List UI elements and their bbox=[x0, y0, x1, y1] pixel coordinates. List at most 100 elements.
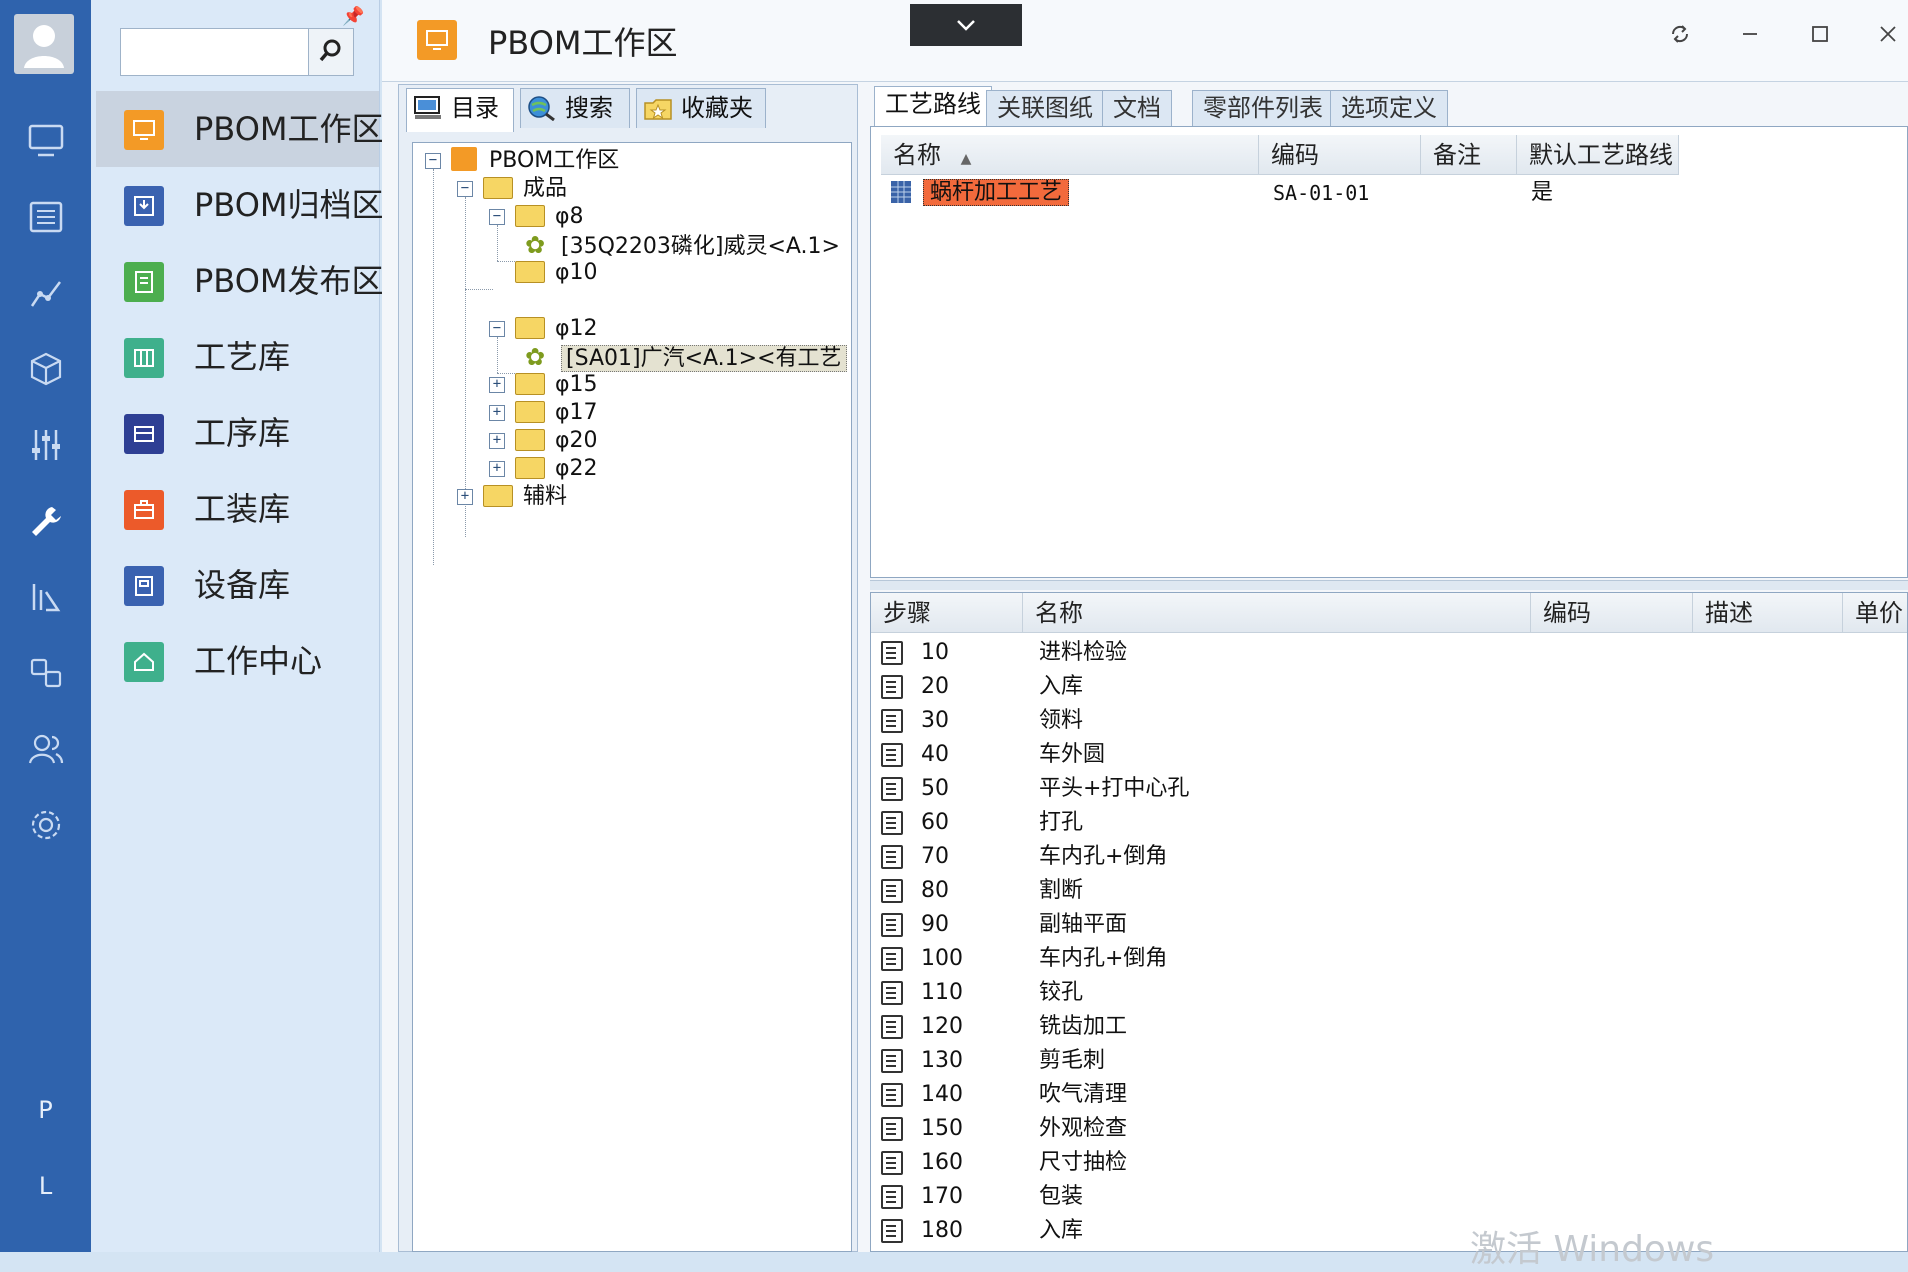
expand-icon[interactable]: + bbox=[457, 489, 473, 505]
table-row[interactable]: 10 bbox=[921, 637, 949, 669]
column-header-unit-price[interactable]: 单价 bbox=[1843, 593, 1907, 633]
expand-icon[interactable]: + bbox=[489, 461, 505, 477]
collapse-icon[interactable]: − bbox=[425, 153, 441, 169]
table-row[interactable]: 180 bbox=[921, 1215, 963, 1247]
wrench-icon[interactable] bbox=[0, 504, 91, 550]
stats-icon[interactable] bbox=[0, 580, 91, 626]
menu-item-work-center[interactable]: 工作中心 bbox=[96, 623, 379, 699]
tab-option-definitions[interactable]: 选项定义 bbox=[1330, 90, 1448, 126]
sort-ascending-icon: ▲ bbox=[960, 151, 972, 167]
menu-item-operation-library[interactable]: 工序库 bbox=[96, 395, 379, 471]
users-icon[interactable] bbox=[0, 732, 91, 778]
step-name-cell: 外观检查 bbox=[1039, 1116, 1128, 1141]
expand-icon[interactable]: + bbox=[489, 377, 505, 393]
table-row[interactable]: 90 bbox=[921, 909, 949, 941]
table-row[interactable]: 20 bbox=[921, 671, 949, 703]
toolbox-icon bbox=[124, 490, 164, 530]
column-header-note[interactable]: 备注 bbox=[1421, 135, 1517, 175]
chevron-down-icon[interactable] bbox=[910, 4, 1022, 46]
table-row[interactable]: 100 bbox=[921, 943, 963, 975]
column-header-description[interactable]: 描述 bbox=[1693, 593, 1843, 633]
step-doc-icon bbox=[881, 1117, 903, 1141]
exchange-icon[interactable] bbox=[0, 656, 91, 702]
column-header-step-name[interactable]: 名称 bbox=[1023, 593, 1531, 633]
column-header-name[interactable]: 名称 ▲ bbox=[881, 135, 1259, 175]
chart-line-icon[interactable] bbox=[0, 276, 91, 322]
gear-icon[interactable] bbox=[0, 808, 91, 854]
step-name-cell: 割断 bbox=[1039, 878, 1084, 903]
search-button[interactable] bbox=[308, 28, 354, 76]
rail-letter-p[interactable]: P bbox=[0, 1096, 91, 1124]
table-row[interactable]: 170 bbox=[921, 1181, 963, 1213]
menu-item-pbom-publish[interactable]: PBOM发布区 bbox=[96, 243, 384, 319]
collapse-icon[interactable]: − bbox=[489, 209, 505, 225]
table-row[interactable]: 60 bbox=[921, 807, 949, 839]
folder-icon bbox=[515, 429, 545, 451]
tab-process-route[interactable]: 工艺路线 bbox=[874, 86, 992, 126]
avatar[interactable] bbox=[14, 14, 74, 74]
refresh-icon[interactable] bbox=[1652, 14, 1708, 54]
collapse-icon[interactable]: − bbox=[489, 321, 505, 337]
pin-icon[interactable]: 📌 bbox=[342, 6, 364, 27]
publish-icon bbox=[124, 262, 164, 302]
tab-parts-list[interactable]: 零部件列表 bbox=[1192, 90, 1334, 126]
folder-icon bbox=[515, 401, 545, 423]
table-row[interactable]: 120 bbox=[921, 1011, 963, 1043]
table-row[interactable]: 70 bbox=[921, 841, 949, 873]
table-row[interactable]: 160 bbox=[921, 1147, 963, 1179]
column-header-step[interactable]: 步骤 bbox=[871, 593, 1023, 633]
column-header-default-route[interactable]: 默认工艺路线 bbox=[1517, 135, 1679, 175]
tab-documents[interactable]: 文档 bbox=[1102, 90, 1172, 126]
route-grid-icon bbox=[891, 181, 911, 203]
list-icon[interactable] bbox=[0, 200, 91, 246]
menu-item-pbom-archive[interactable]: PBOM归档区 bbox=[96, 167, 384, 243]
table-row[interactable]: 40 bbox=[921, 739, 949, 771]
column-header-code[interactable]: 编码 bbox=[1259, 135, 1421, 175]
table-row[interactable]: 110 bbox=[921, 977, 963, 1009]
table-row[interactable]: 50 bbox=[921, 773, 949, 805]
menu-search-input[interactable] bbox=[120, 28, 310, 76]
maximize-button[interactable] bbox=[1792, 14, 1848, 54]
tab-directory[interactable]: 目录 bbox=[406, 88, 514, 132]
close-button[interactable] bbox=[1860, 14, 1908, 54]
table-row[interactable]: 150 bbox=[921, 1113, 963, 1145]
step-name-cell: 车外圆 bbox=[1039, 742, 1106, 767]
expand-icon[interactable]: + bbox=[489, 433, 505, 449]
tree-node-auxiliary[interactable]: 辅料 bbox=[483, 480, 567, 514]
step-name-cell: 尺寸抽检 bbox=[1039, 1150, 1128, 1175]
process-library-icon bbox=[124, 338, 164, 378]
rail-letter-l[interactable]: L bbox=[0, 1172, 91, 1200]
step-doc-icon bbox=[881, 777, 903, 801]
tab-search[interactable]: 搜索 bbox=[520, 88, 630, 128]
monitor-icon bbox=[124, 110, 164, 150]
folder-icon bbox=[515, 261, 545, 283]
table-row[interactable]: 蜗杆加工工艺 bbox=[889, 177, 1070, 209]
tab-related-drawings[interactable]: 关联图纸 bbox=[986, 90, 1104, 126]
monitor-icon bbox=[451, 147, 477, 171]
table-row[interactable]: 140 bbox=[921, 1079, 963, 1111]
menu-item-pbom-workspace[interactable]: PBOM工作区 bbox=[96, 91, 384, 167]
tab-favorites[interactable]: 收藏夹 bbox=[636, 88, 766, 128]
catalog-tree: − PBOM工作区 − 成品 − φ8 ✿ [35Q2203磷化]威灵<A.1> … bbox=[412, 142, 852, 1252]
expand-icon[interactable]: + bbox=[489, 405, 505, 421]
table-row[interactable]: 130 bbox=[921, 1045, 963, 1077]
menu-item-tooling-library[interactable]: 工装库 bbox=[96, 471, 379, 547]
menu-item-equipment-library[interactable]: 设备库 bbox=[96, 547, 379, 623]
folder-icon bbox=[515, 373, 545, 395]
tree-node-phi10[interactable]: φ10 bbox=[515, 256, 598, 290]
equipment-icon bbox=[124, 566, 164, 606]
step-name-cell: 入库 bbox=[1039, 674, 1084, 699]
cube-icon[interactable] bbox=[0, 352, 91, 398]
table-row[interactable]: 30 bbox=[921, 705, 949, 737]
sliders-icon[interactable] bbox=[0, 428, 91, 474]
desktop-icon[interactable] bbox=[0, 124, 91, 170]
favorites-folder-icon bbox=[643, 94, 673, 120]
folder-icon bbox=[483, 177, 513, 199]
minimize-button[interactable] bbox=[1722, 14, 1778, 54]
collapse-icon[interactable]: − bbox=[457, 181, 473, 197]
menu-item-process-library[interactable]: 工艺库 bbox=[96, 319, 379, 395]
pane-splitter[interactable] bbox=[870, 580, 1908, 590]
step-name-cell: 领料 bbox=[1039, 708, 1084, 733]
table-row[interactable]: 80 bbox=[921, 875, 949, 907]
column-header-step-code[interactable]: 编码 bbox=[1531, 593, 1693, 633]
